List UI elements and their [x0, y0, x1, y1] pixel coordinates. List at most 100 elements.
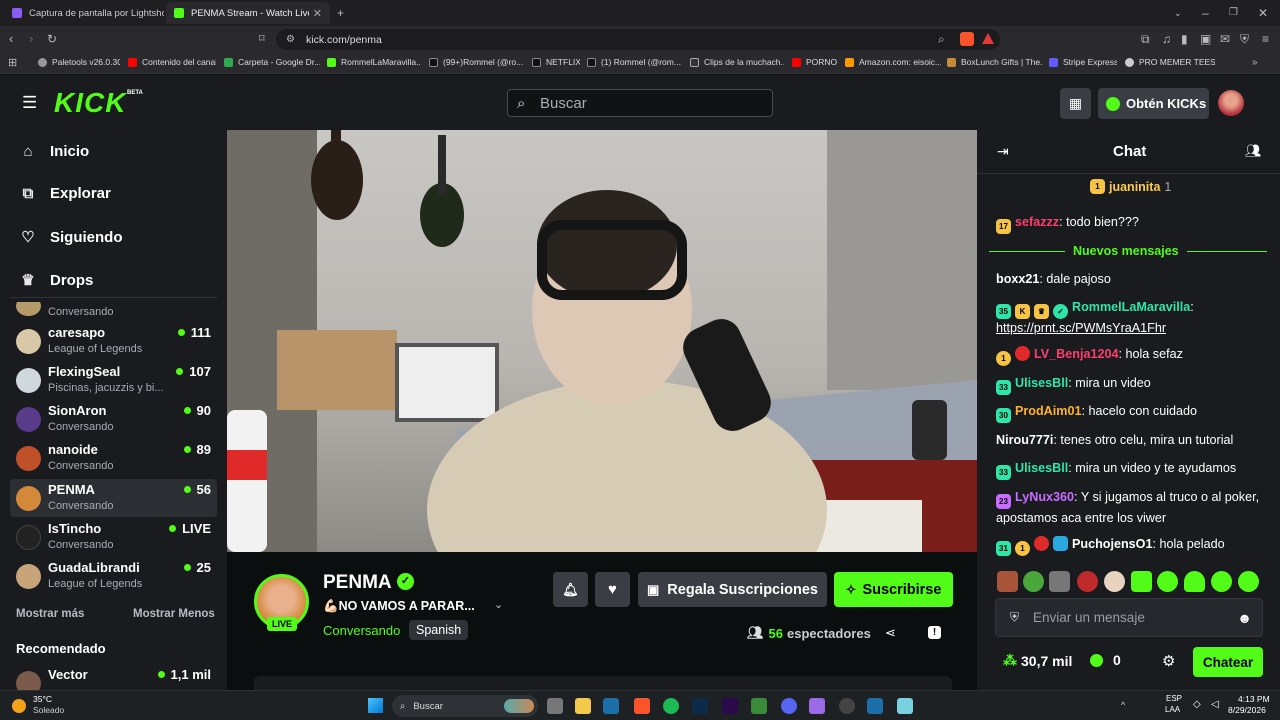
bookmark-item[interactable]: (1) Rommel (@rom...	[587, 57, 683, 67]
bookmark-item[interactable]: (99+)Rommel (@ro...	[429, 57, 523, 67]
chat-settings-icon[interactable]: ⚙	[1162, 652, 1175, 670]
forward-icon[interactable]: ›	[29, 32, 33, 45]
sidebar-icon[interactable]: ▮	[1181, 33, 1188, 45]
expand-title-icon[interactable]: ⌄	[494, 598, 503, 611]
task-view-icon[interactable]	[547, 698, 563, 714]
channel-points[interactable]: ⁂ 30,7 mil	[1003, 652, 1072, 669]
steam-icon[interactable]	[603, 698, 619, 714]
show-more-link[interactable]: Mostrar más	[16, 608, 84, 620]
bookmark-item[interactable]: PRO MEMER TEES	[1125, 57, 1215, 67]
vpn-icon[interactable]: ⛨	[1240, 33, 1249, 45]
media-icon[interactable]: ♫	[1162, 33, 1171, 45]
volume-icon[interactable]: ◁	[1211, 699, 1219, 710]
get-kicks-button[interactable]: Obtén KICKs	[1098, 88, 1209, 119]
tray-expand-icon[interactable]: ^	[1121, 700, 1125, 710]
file-explorer-icon[interactable]	[575, 698, 591, 714]
user-avatar[interactable]	[1218, 90, 1244, 116]
hamburger-menu-icon[interactable]: ☰	[22, 94, 37, 111]
emote-icon[interactable]	[1184, 571, 1205, 592]
sidebar-channel-penma[interactable]: PENMA Conversando 56	[10, 479, 217, 517]
sidebar-channel-flexingseal[interactable]: FlexingSeal Piscinas, jacuzzis y bi... 1…	[10, 361, 217, 399]
sidebar-channel-istincho[interactable]: IsTincho Conversando LIVE	[10, 518, 217, 556]
bookmark-item[interactable]: Clips de la muchach...	[690, 57, 784, 67]
premiere-icon[interactable]	[722, 698, 738, 714]
sidebar-channel-caresapo[interactable]: caresapo League of Legends 111	[10, 322, 217, 360]
mail-icon[interactable]: ✉	[1220, 33, 1230, 45]
emote-icon[interactable]	[1077, 571, 1098, 592]
nav-drops[interactable]: ♛ Drops	[20, 271, 93, 290]
bookmark-item[interactable]: BoxLunch Gifts | The...	[947, 57, 1043, 67]
spotify-icon[interactable]	[663, 698, 679, 714]
brave-shields-icon[interactable]	[960, 32, 974, 46]
clock-time[interactable]: 4:13 PM	[1238, 694, 1270, 704]
tab-menu-icon[interactable]: ⌄	[1174, 7, 1182, 19]
back-icon[interactable]: ‹	[9, 32, 13, 45]
emote-icon[interactable]	[997, 571, 1018, 592]
minimize-icon[interactable]: –	[1202, 7, 1209, 19]
chat-input[interactable]: ⛨ Enviar un mensaje ☻	[995, 598, 1263, 637]
subscribe-button[interactable]: ✧ Suscribirse	[834, 572, 953, 607]
bookmark-item[interactable]: Paletools v26.0.30	[38, 57, 120, 67]
emote-icon[interactable]	[1238, 571, 1259, 592]
search-input[interactable]: ⌕ Buscar	[507, 89, 773, 117]
brave-rewards-icon[interactable]	[982, 33, 994, 44]
brave-icon[interactable]	[634, 698, 650, 714]
bookmark-icon[interactable]: ⌑	[259, 33, 265, 45]
bookmark-item[interactable]: RommelLaMaravilla...	[327, 57, 421, 67]
bookmark-item[interactable]: Amazon.com: eisoic...	[845, 57, 941, 67]
chat-users-icon[interactable]: 👥︎	[1245, 143, 1262, 159]
apps-icon[interactable]: ⊞	[8, 57, 17, 69]
photoshop-icon[interactable]	[692, 698, 708, 714]
extensions-icon[interactable]: ⧉	[1141, 33, 1150, 45]
library-button[interactable]: ▦	[1060, 88, 1091, 119]
tab-penma[interactable]: PENMA Stream - Watch Live on K ✕	[166, 2, 330, 24]
video-player[interactable]	[227, 130, 977, 552]
maximize-icon[interactable]: ❐	[1229, 7, 1238, 19]
new-tab-icon[interactable]: +	[337, 7, 344, 19]
nav-following[interactable]: ♡ Siguiendo	[20, 228, 122, 247]
sidebar-channel-guadalibrandi[interactable]: GuadaLibrandi League of Legends 25	[10, 557, 217, 595]
notepad-icon[interactable]	[897, 698, 913, 714]
bookmark-item[interactable]: PORNO	[792, 57, 838, 67]
discord-icon[interactable]	[781, 698, 797, 714]
controller-icon[interactable]	[809, 698, 825, 714]
network-icon[interactable]: ◇	[1193, 699, 1201, 710]
stream-category[interactable]: Conversando	[323, 623, 400, 638]
gift-subs-button[interactable]: ▣ Regala Suscripciones	[638, 572, 827, 607]
bookmark-item[interactable]: Stripe Express	[1049, 57, 1117, 67]
collapse-chat-icon[interactable]: ⇥	[997, 143, 1009, 160]
bookmark-item[interactable]: Contenido del canal	[128, 57, 216, 67]
emote-icon[interactable]	[1211, 571, 1232, 592]
window-close-icon[interactable]: ✕	[1258, 7, 1268, 19]
send-chat-button[interactable]: Chatear	[1193, 647, 1263, 677]
emote-icon[interactable]	[1104, 571, 1125, 592]
clock-date[interactable]: 8/29/2026	[1228, 705, 1266, 715]
wallet-icon[interactable]: ▣	[1200, 33, 1211, 45]
weather-icon[interactable]	[12, 699, 26, 713]
menu-icon[interactable]: ≡	[1262, 33, 1269, 45]
more-bookmarks-icon[interactable]: »	[1252, 57, 1258, 69]
language-tag[interactable]: Spanish	[409, 620, 469, 640]
sidebar-channel-nanoide[interactable]: nanoide Conversando 89	[10, 439, 217, 477]
emote-icon[interactable]	[1023, 571, 1044, 592]
steam-icon[interactable]	[867, 698, 883, 714]
site-info-icon[interactable]: ⚙	[286, 34, 295, 46]
close-tab-icon[interactable]: ✕	[313, 7, 322, 20]
sidebar-channel-vector[interactable]: Vector 1,1 mil	[10, 664, 217, 690]
taskbar-search[interactable]: ⌕ Buscar	[392, 695, 538, 717]
nav-explore[interactable]: ⧉ Explorar	[20, 185, 111, 202]
bookmark-item[interactable]: NETFLIX	[532, 57, 580, 67]
url-field[interactable]: ⚙ kick.com/penma ⌕	[276, 29, 1000, 50]
game-icon[interactable]	[751, 698, 767, 714]
obs-icon[interactable]	[839, 698, 855, 714]
show-less-link[interactable]: Mostrar Menos	[133, 608, 215, 620]
bookmark-item[interactable]: Carpeta - Google Dr...	[224, 57, 320, 67]
tab-lightshot[interactable]: Captura de pantalla por Lightshot	[4, 2, 164, 24]
share-icon[interactable]: ⋖	[885, 625, 896, 641]
reload-icon[interactable]: ↻	[47, 33, 57, 45]
language-indicator[interactable]: ESP	[1166, 694, 1182, 703]
emoji-picker-icon[interactable]: ☻	[1237, 610, 1252, 626]
kick-logo[interactable]: KICK	[54, 87, 126, 119]
windows-start-icon[interactable]	[368, 698, 383, 713]
channel-name[interactable]: PENMA	[323, 572, 392, 594]
